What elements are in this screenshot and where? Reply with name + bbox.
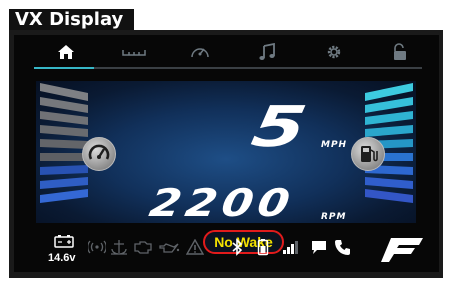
- page-title: VX Display: [9, 9, 134, 31]
- left-bar-segment: [40, 125, 88, 137]
- music-icon: [259, 43, 275, 60]
- nav-music[interactable]: [239, 41, 295, 63]
- unlock-icon: [394, 43, 406, 60]
- nav-trim[interactable]: [106, 41, 162, 63]
- nav-settings[interactable]: [306, 41, 362, 63]
- left-bar-segment: [40, 165, 88, 175]
- anchor-icon: [110, 236, 128, 258]
- top-nav: [14, 35, 439, 71]
- oil-icon: [158, 236, 180, 258]
- speed-value: 5: [247, 95, 312, 160]
- phone-battery-icon: [254, 236, 272, 258]
- left-bar-segment: [40, 189, 88, 203]
- settings-icon: [327, 45, 341, 59]
- voltage-readout: 14.6v: [48, 252, 76, 264]
- call-icon: [334, 236, 352, 258]
- gauge-icon: [191, 48, 209, 58]
- signal-icon: [282, 236, 300, 258]
- left-bar-segment: [40, 139, 88, 149]
- battery-icon: [54, 234, 74, 248]
- speed-unit: MPH: [321, 140, 348, 150]
- left-bar-segment: [40, 111, 88, 125]
- right-bar-segment: [365, 125, 413, 137]
- bluetooth-icon: [228, 236, 246, 258]
- message-icon: [310, 236, 328, 258]
- home-icon: [58, 45, 74, 59]
- tachometer-button[interactable]: [82, 137, 116, 171]
- left-bar-segment: [40, 177, 88, 189]
- engine-icon: [132, 236, 154, 258]
- rpm-unit: RPM: [321, 212, 347, 222]
- radio-icon: [88, 236, 106, 258]
- nav-home[interactable]: [38, 41, 94, 63]
- fuel-icon: [361, 146, 378, 162]
- tachometer-icon: [88, 144, 110, 160]
- trim-icon: [122, 50, 146, 56]
- right-bar-segment: [365, 189, 413, 203]
- rpm-value: 2200: [146, 181, 298, 225]
- right-bar-segment: [365, 177, 413, 189]
- nav-unlock[interactable]: [372, 41, 428, 63]
- nav-gauge[interactable]: [172, 41, 228, 63]
- right-bar-segment: [365, 111, 413, 125]
- left-bar-segment: [40, 153, 88, 161]
- bottom-status-bar: 14.6v: [14, 230, 439, 272]
- fuel-button[interactable]: [351, 137, 385, 171]
- nav-active-indicator: [34, 67, 94, 69]
- warning-icon: [186, 236, 204, 258]
- brand-logo: [381, 236, 425, 264]
